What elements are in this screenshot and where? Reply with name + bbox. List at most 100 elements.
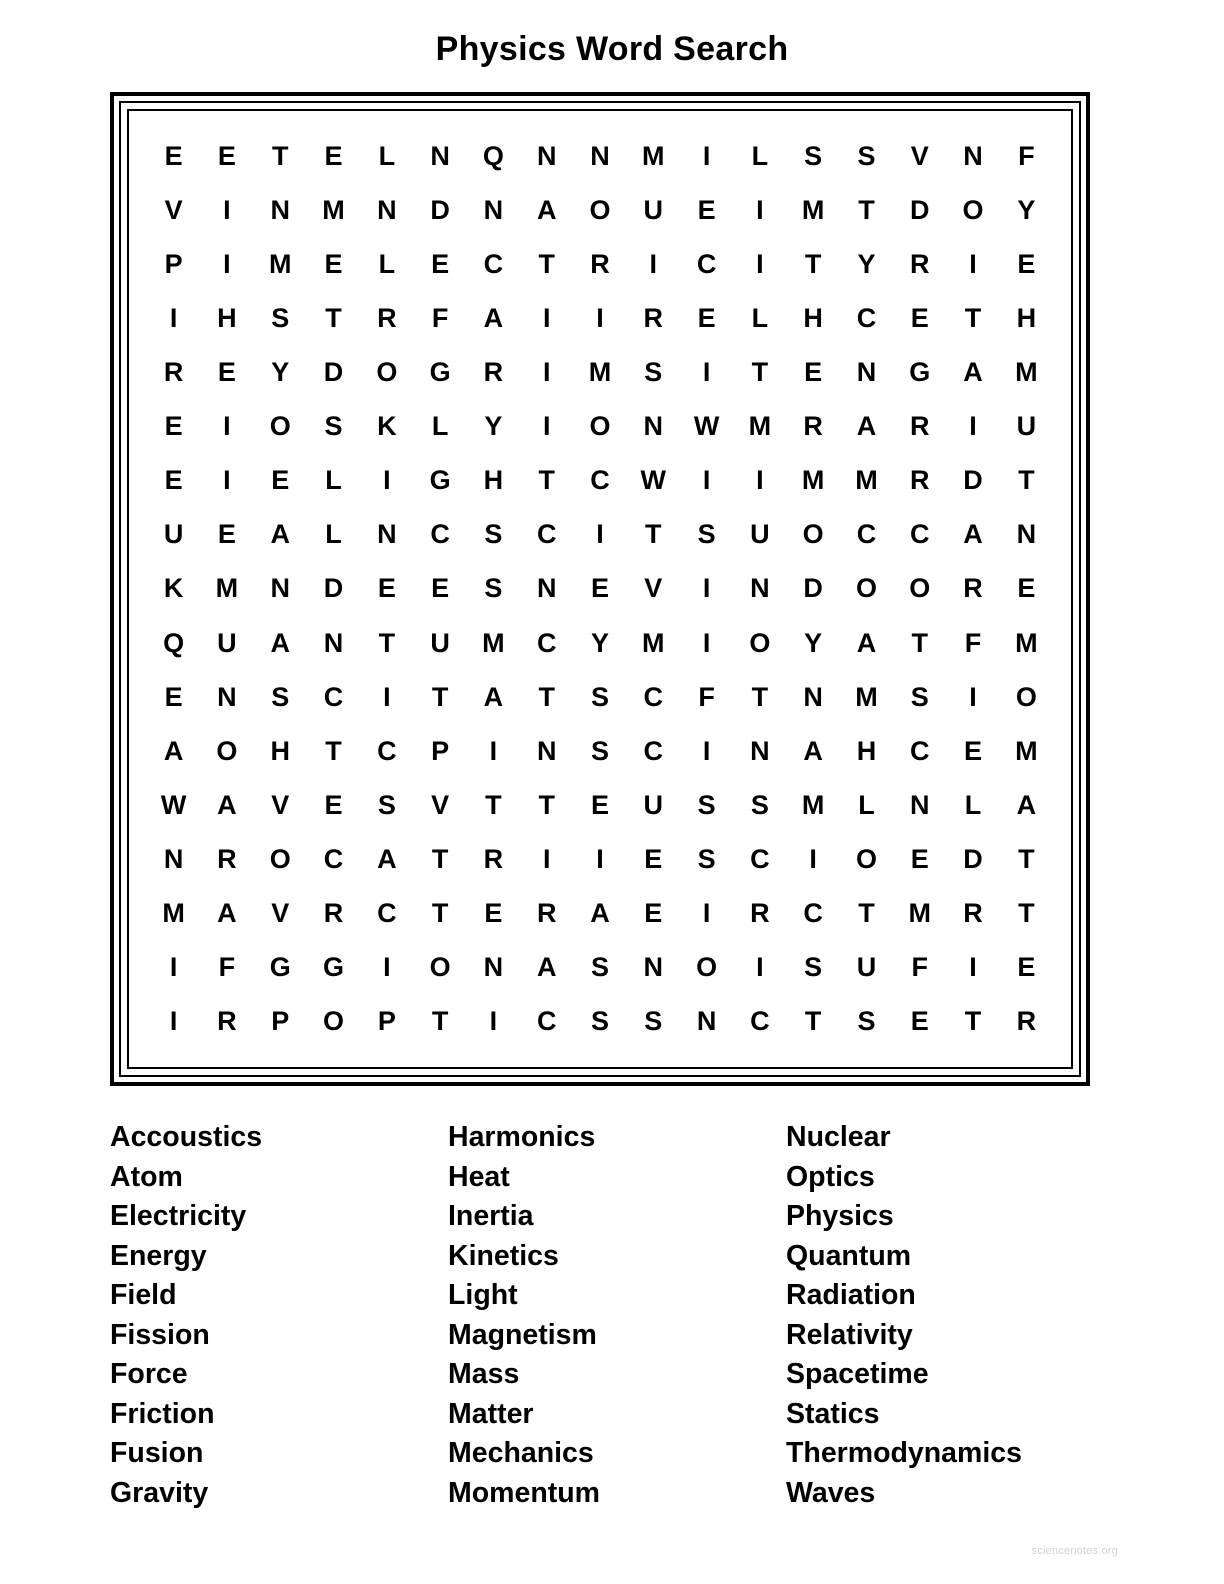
grid-letter[interactable]: V <box>271 900 289 927</box>
grid-letter[interactable]: T <box>538 467 555 494</box>
grid-letter[interactable]: N <box>803 683 823 711</box>
word-list-item[interactable]: Inertia <box>448 1197 786 1237</box>
grid-letter[interactable]: F <box>1018 142 1035 170</box>
grid-letter[interactable]: N <box>963 142 983 170</box>
word-list-item[interactable]: Light <box>448 1276 786 1316</box>
grid-letter[interactable]: N <box>430 142 450 170</box>
word-list-item[interactable]: Gravity <box>110 1474 448 1514</box>
grid-letter[interactable]: O <box>430 954 451 981</box>
grid-letter[interactable]: C <box>803 900 823 927</box>
grid-letter[interactable]: N <box>377 521 397 548</box>
grid-letter[interactable]: M <box>855 683 878 711</box>
grid-letter[interactable]: C <box>324 846 344 873</box>
grid-letter[interactable]: R <box>803 413 823 440</box>
grid-letter[interactable]: C <box>644 683 664 711</box>
grid-letter[interactable]: R <box>484 359 504 386</box>
grid-letter[interactable]: O <box>270 846 291 873</box>
grid-letter[interactable]: L <box>325 521 342 548</box>
grid-letter[interactable]: S <box>698 791 716 819</box>
grid-letter[interactable]: G <box>270 954 291 981</box>
grid-letter[interactable]: U <box>857 954 877 981</box>
grid-letter[interactable]: E <box>325 142 343 170</box>
grid-letter[interactable]: G <box>909 359 930 386</box>
grid-letter[interactable]: N <box>590 142 610 170</box>
grid-letter[interactable]: R <box>963 900 983 927</box>
grid-letter[interactable]: W <box>641 467 666 494</box>
grid-letter[interactable]: S <box>591 683 609 711</box>
grid-letter[interactable]: I <box>223 467 231 494</box>
grid-letter[interactable]: H <box>484 467 504 494</box>
grid-letter[interactable]: S <box>271 683 289 711</box>
grid-letter[interactable]: E <box>698 196 716 224</box>
grid-letter[interactable]: K <box>377 413 397 440</box>
word-list-item[interactable]: Radiation <box>786 1276 1110 1316</box>
grid-letter[interactable]: E <box>165 413 183 440</box>
grid-letter[interactable]: N <box>1017 521 1037 548</box>
grid-letter[interactable]: Y <box>591 629 609 657</box>
word-list-item[interactable]: Friction <box>110 1395 448 1435</box>
grid-letter[interactable]: N <box>217 683 237 711</box>
grid-letter[interactable]: R <box>217 1008 237 1035</box>
grid-letter[interactable]: E <box>1017 575 1035 602</box>
grid-letter[interactable]: I <box>223 196 231 224</box>
grid-letter[interactable]: I <box>170 304 178 332</box>
grid-letter[interactable]: Y <box>1017 196 1035 224</box>
grid-letter[interactable]: C <box>537 1008 557 1035</box>
grid-letter[interactable]: D <box>803 575 823 602</box>
grid-letter[interactable]: O <box>1016 683 1037 711</box>
grid-letter[interactable]: S <box>751 791 769 819</box>
grid-letter[interactable]: S <box>644 1008 662 1035</box>
grid-letter[interactable]: P <box>271 1008 289 1035</box>
word-list-item[interactable]: Kinetics <box>448 1237 786 1277</box>
grid-letter[interactable]: E <box>431 575 449 602</box>
word-list-item[interactable]: Spacetime <box>786 1355 1110 1395</box>
grid-letter[interactable]: Y <box>484 413 502 440</box>
grid-letter[interactable]: D <box>324 575 344 602</box>
grid-letter[interactable]: N <box>324 629 344 657</box>
grid-letter[interactable]: T <box>1018 846 1035 873</box>
grid-letter[interactable]: E <box>165 683 183 711</box>
grid-letter[interactable]: A <box>803 737 823 765</box>
grid-letter[interactable]: U <box>217 629 237 657</box>
grid-letter[interactable]: R <box>164 359 184 386</box>
grid-letter[interactable]: M <box>162 900 185 927</box>
grid-letter[interactable]: S <box>591 737 609 765</box>
word-list-item[interactable]: Optics <box>786 1158 1110 1198</box>
grid-letter[interactable]: U <box>1017 413 1037 440</box>
grid-letter[interactable]: T <box>1018 467 1035 494</box>
grid-letter[interactable]: E <box>1017 250 1035 278</box>
word-list-item[interactable]: Mechanics <box>448 1434 786 1474</box>
grid-letter[interactable]: E <box>431 250 449 278</box>
grid-letter[interactable]: H <box>1017 304 1037 332</box>
grid-letter[interactable]: S <box>378 791 396 819</box>
word-list-item[interactable]: Fusion <box>110 1434 448 1474</box>
grid-letter[interactable]: G <box>430 467 451 494</box>
grid-letter[interactable]: F <box>912 954 929 981</box>
grid-letter[interactable]: Q <box>163 629 184 657</box>
grid-letter[interactable]: O <box>589 196 610 224</box>
grid-letter[interactable]: E <box>325 791 343 819</box>
grid-letter[interactable]: I <box>756 954 764 981</box>
word-list-item[interactable]: Statics <box>786 1395 1110 1435</box>
grid-letter[interactable]: E <box>591 791 609 819</box>
grid-letter[interactable]: A <box>537 196 557 224</box>
grid-letter[interactable]: S <box>857 142 875 170</box>
grid-letter[interactable]: N <box>910 791 930 819</box>
grid-letter[interactable]: M <box>642 142 665 170</box>
grid-letter[interactable]: G <box>430 359 451 386</box>
grid-letter[interactable]: S <box>484 575 502 602</box>
grid-letter[interactable]: O <box>803 521 824 548</box>
grid-letter[interactable]: E <box>218 359 236 386</box>
grid-letter[interactable]: E <box>325 250 343 278</box>
grid-letter[interactable]: T <box>432 1008 449 1035</box>
grid-letter[interactable]: T <box>325 304 342 332</box>
grid-letter[interactable]: U <box>644 791 664 819</box>
grid-letter[interactable]: T <box>965 304 982 332</box>
grid-letter[interactable]: R <box>910 250 930 278</box>
grid-letter[interactable]: I <box>703 467 711 494</box>
grid-letter[interactable]: E <box>591 575 609 602</box>
grid-letter[interactable]: A <box>537 954 557 981</box>
grid-letter[interactable]: S <box>325 413 343 440</box>
grid-letter[interactable]: K <box>164 575 184 602</box>
grid-letter[interactable]: T <box>805 1008 822 1035</box>
